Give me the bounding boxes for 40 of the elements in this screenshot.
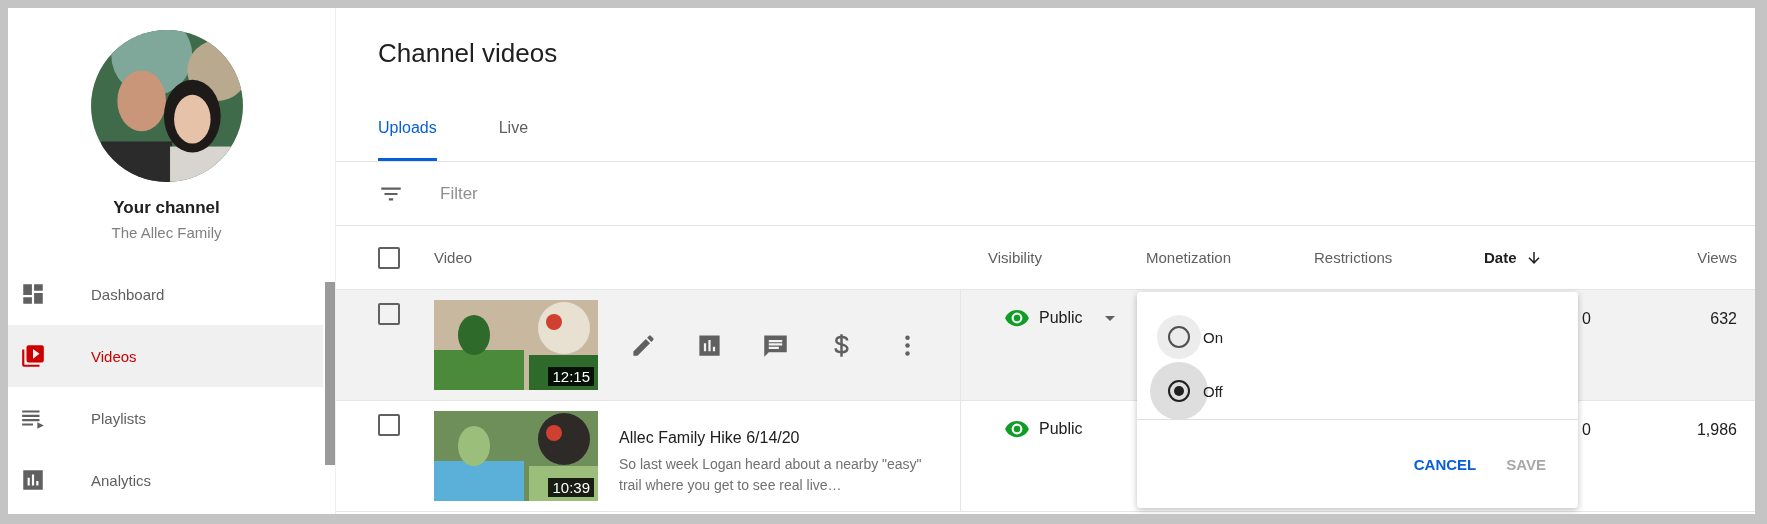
video-stack-icon bbox=[20, 343, 46, 369]
column-header[interactable]: Video bbox=[434, 249, 473, 266]
column-header[interactable]: Visibility bbox=[988, 249, 1042, 266]
radio-label[interactable]: On bbox=[1203, 328, 1223, 346]
checkbox[interactable] bbox=[378, 303, 400, 325]
radio-label[interactable]: Off bbox=[1203, 382, 1223, 400]
tab[interactable]: Uploads bbox=[378, 95, 437, 161]
channel-name: The Allec Family bbox=[111, 224, 222, 241]
visibility-value: Public bbox=[1039, 309, 1083, 327]
dialog-button[interactable]: CANCEL bbox=[1401, 447, 1489, 481]
sidebar-item[interactable]: Analytics bbox=[8, 449, 323, 511]
column-header[interactable]: Restrictions bbox=[1314, 249, 1393, 266]
tab[interactable]: Live bbox=[498, 95, 529, 161]
scrollbar[interactable] bbox=[325, 282, 335, 465]
table-cell: 1,986 bbox=[1696, 421, 1737, 438]
table-cell: 632 bbox=[1710, 310, 1737, 327]
video-description: So last week Logan heard about a nearby "easy" trail where you get to see real live… bbox=[619, 455, 923, 495]
radio-button[interactable] bbox=[1157, 315, 1201, 359]
video-duration: 12:15 bbox=[548, 367, 594, 386]
visibility-value: Public bbox=[1039, 420, 1083, 438]
checkbox[interactable] bbox=[378, 246, 400, 269]
caret-icon[interactable] bbox=[1104, 315, 1115, 321]
channel-title: Your channel bbox=[113, 198, 220, 218]
sidebar-item[interactable]: Videos bbox=[8, 325, 323, 387]
comment-icon[interactable] bbox=[762, 332, 789, 359]
checkbox[interactable] bbox=[378, 414, 400, 436]
page-title: Channel videos bbox=[377, 37, 559, 70]
table-cell: 0 bbox=[1582, 421, 1591, 438]
column-header[interactable]: Date bbox=[1484, 249, 1517, 266]
sidebar-item[interactable]: Dashboard bbox=[8, 263, 323, 325]
video-duration: 10:39 bbox=[548, 478, 594, 497]
column-header[interactable]: Views bbox=[1697, 249, 1737, 266]
video-title[interactable]: Allec Family Hike 6/14/20 bbox=[619, 429, 937, 447]
bar-chart-icon bbox=[20, 467, 46, 493]
column-header[interactable]: Monetization bbox=[1146, 249, 1232, 266]
sidebar-item[interactable]: Playlists bbox=[8, 387, 323, 449]
filter-field[interactable]: Filter bbox=[438, 182, 842, 205]
bar-chart-icon[interactable] bbox=[696, 332, 723, 359]
table-cell: 0 bbox=[1582, 310, 1591, 327]
dashboard-icon bbox=[20, 281, 46, 307]
